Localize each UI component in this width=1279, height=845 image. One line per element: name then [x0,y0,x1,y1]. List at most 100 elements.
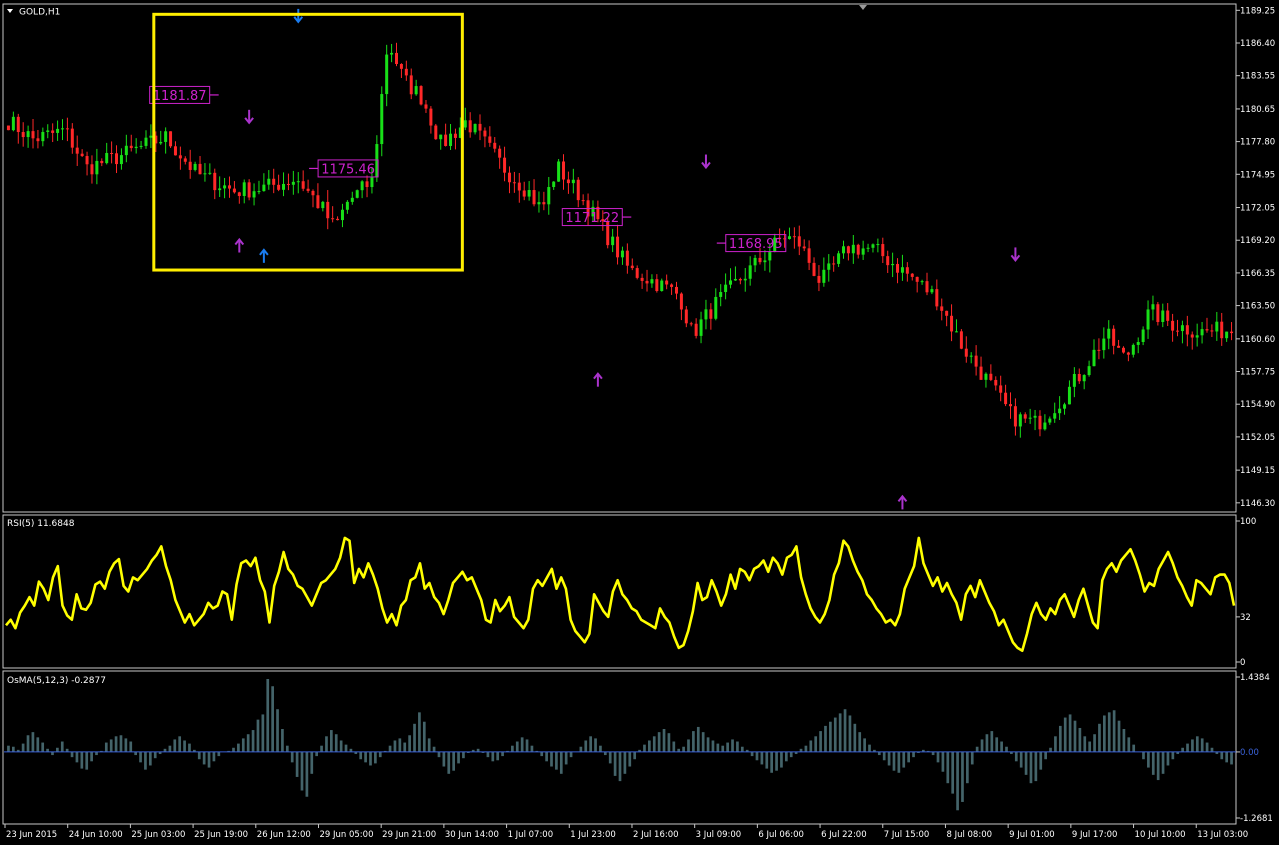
candle-body [714,296,718,319]
candle-body [1028,417,1032,419]
candle-body [959,331,963,349]
candle-body [488,136,492,143]
candle-body [679,293,683,310]
candle-body [1200,329,1204,336]
candle-body [449,133,453,146]
chart-area[interactable]: 1189.25 1186.40 1183.55 1180.65 1177.80 1174.… [0,0,1279,845]
candle-body [581,200,585,202]
candle-body [611,236,615,246]
candle-body [468,120,472,133]
time-tick-label: 26 Jun 12:00 [257,830,311,840]
osma-title: OsMA(5,12,3) -0.2877 [7,676,106,686]
candle-body [1107,328,1111,339]
time-tick-label: 25 Jun 03:00 [131,830,185,840]
candle-body [242,182,246,196]
candle-body [1023,414,1027,419]
price-tick-label: 1174.95 [1240,170,1275,180]
candle-body [1146,309,1150,330]
candle-body [562,161,566,180]
price-tick-label: 1177.80 [1240,138,1275,148]
candle-body [954,331,958,333]
candle-body [571,179,575,184]
candle-body [650,279,654,284]
candle-body [1205,329,1209,331]
osma-tick-label: 1.4384 [1240,673,1270,683]
candle-body [940,306,944,311]
panel-frame [2,670,1237,825]
candle-body [419,86,423,105]
candle-body [90,164,94,175]
candle-body [159,141,163,144]
candle-body [444,134,448,146]
candle-body [51,130,55,133]
candle-body [360,181,364,191]
candle-body [301,181,305,189]
candle-body [935,289,939,307]
candle-body [817,275,821,283]
candle-body [763,260,767,263]
candle-body [1087,366,1091,376]
candle-body [169,131,173,147]
candle-body [694,323,698,336]
price-labels: 1181.87 1175.46 1171.22 1168.95 [149,85,787,253]
candle-body [385,54,389,95]
candle-body [802,246,806,249]
candle-body [16,116,20,133]
time-tick-label: 23 Jun 2015 [6,830,57,840]
candle-body [1220,321,1224,339]
price-tick-label: 1146.30 [1240,499,1275,509]
candle-body [277,184,281,190]
candle-body [709,309,713,319]
candle-body [178,155,182,159]
candle-body [704,309,708,320]
candle-body [306,188,310,191]
candle-body [1131,344,1135,355]
candle-body [144,137,148,146]
candle-body [478,123,482,131]
candle-body [1171,320,1175,331]
panel-frame [2,514,1237,669]
candle-body [640,277,644,281]
candle-body [1048,418,1052,423]
candle-body [1180,325,1184,332]
candle-body [321,201,325,209]
triangle-down-icon[interactable] [7,9,13,13]
candle-body [517,182,521,191]
top-marker-icon [859,5,867,10]
highlight-box [152,12,464,272]
candle-body [527,190,531,197]
candle-body [670,284,674,287]
candle-body [149,135,153,138]
candle-body [316,195,320,209]
price-label-text: 1181.87 [153,89,207,104]
candle-body [414,86,418,95]
rsi-panel[interactable]: 100 32 0 RSI(5) 11.6848 [5,517,1256,668]
candle-body [837,253,841,264]
price-label-text: 1171.22 [565,211,619,226]
candle-body [1225,331,1229,339]
rsi-title: RSI(5) 11.6848 [7,519,75,529]
candle-body [110,152,114,154]
osma-panel[interactable]: 1.4384 0.00 -1.2681 OsMA(5,12,3) -0.2877 [4,673,1273,824]
candle-body [291,181,295,185]
candle-body [729,280,733,285]
candle-body [822,269,826,283]
candle-body [930,289,934,293]
candle-body [979,366,983,380]
candle-body [994,379,998,386]
arrow-up-icon [234,237,245,253]
candle-body [989,373,993,380]
candle-body [738,278,742,281]
candle-body [286,183,290,185]
symbol-label: GOLD,H1 [19,8,60,18]
candle-body [193,163,197,170]
candle-body [1210,330,1214,332]
candle-body [11,116,15,131]
candle-body [124,145,128,156]
candle-body [399,64,403,69]
candle-body [203,173,207,175]
price-panel[interactable]: 1189.25 1186.40 1183.55 1180.65 1177.80 1174.… [6,5,1275,510]
candle-body [498,148,502,158]
candle-body [797,236,801,247]
candle-body [365,181,369,188]
